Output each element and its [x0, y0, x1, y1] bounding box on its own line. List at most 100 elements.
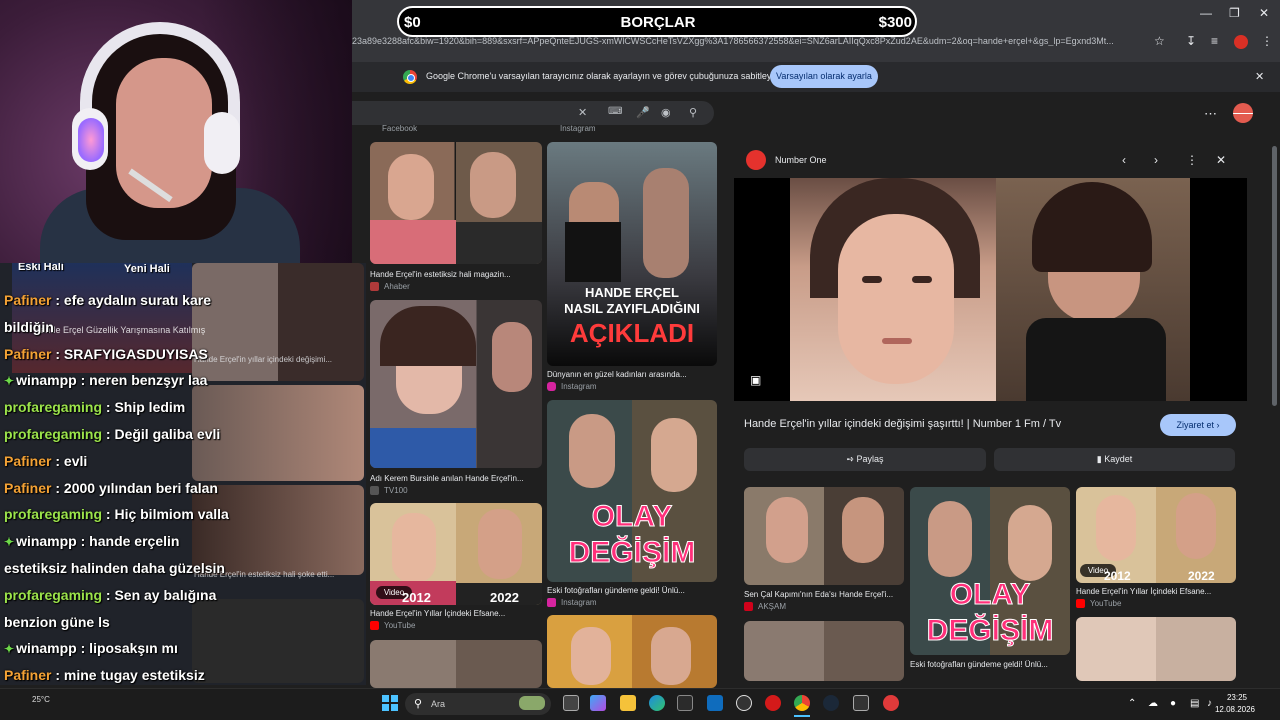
maximize-icon[interactable]: ❐ — [1229, 6, 1240, 20]
profile-avatar[interactable] — [1234, 35, 1248, 49]
panel-title[interactable]: Hande Erçel'in yıllar içindeki değişimi … — [744, 418, 1061, 430]
result-caption[interactable]: Hande Erçel'in estetiksiz hali magazin..… — [370, 270, 542, 279]
previous-icon[interactable]: ‹ — [1122, 153, 1126, 167]
edge-icon[interactable] — [649, 695, 665, 711]
chat-username[interactable]: Pafiner — [4, 346, 51, 362]
chat-text: : evli — [51, 453, 88, 469]
result-source: YouTube — [384, 621, 416, 630]
debt-max-value: $300 — [878, 14, 912, 31]
start-icon[interactable] — [382, 695, 398, 711]
close-panel-icon[interactable]: ✕ — [1216, 153, 1226, 167]
source-label: Instagram — [560, 124, 596, 133]
tray-overflow-icon[interactable]: ⌃ — [1128, 698, 1136, 709]
lens-search-icon[interactable]: ▣ — [750, 373, 761, 387]
task-view-icon[interactable] — [563, 695, 579, 711]
result-source: Instagram — [561, 382, 597, 391]
copilot-icon[interactable] — [590, 695, 606, 711]
year-label: 2022 — [1188, 569, 1215, 583]
clock-time[interactable]: 23:25 — [1220, 693, 1254, 702]
obs-icon[interactable] — [736, 695, 752, 711]
set-default-button[interactable]: Varsayılan olarak ayarla — [770, 65, 878, 88]
close-window-icon[interactable]: ✕ — [1259, 6, 1269, 20]
bookmark-star-icon[interactable]: ☆ — [1154, 34, 1165, 48]
chat-username[interactable]: Pafiner — [4, 453, 51, 469]
related-image[interactable] — [1076, 617, 1236, 681]
chat-username[interactable]: winampp — [16, 640, 77, 656]
result-caption[interactable]: Sen Çal Kapımı'nın Eda'sı Hande Erçel'i.… — [744, 590, 904, 599]
close-banner-icon[interactable]: ✕ — [1255, 70, 1264, 83]
chat-username[interactable]: profaregaming — [4, 587, 102, 603]
related-image[interactable] — [744, 621, 904, 681]
outlook-icon[interactable] — [707, 695, 723, 711]
scrollbar-thumb[interactable] — [1272, 146, 1277, 406]
chat-username[interactable]: Pafiner — [4, 480, 51, 496]
panel-source-name[interactable]: Number One — [775, 155, 827, 165]
chat-username[interactable]: profaregaming — [4, 399, 102, 415]
image-preview[interactable] — [734, 178, 1247, 401]
chat-text: : SRAFYIGASDUYISAS — [51, 346, 208, 362]
google-apps-icon[interactable]: ⋯ — [1204, 106, 1217, 122]
related-image[interactable] — [744, 487, 904, 585]
search-icon[interactable]: ⚲ — [689, 106, 697, 119]
image-result[interactable] — [370, 300, 542, 468]
result-caption[interactable]: Dünyanın en güzel kadınları arasında... — [547, 370, 717, 379]
keyboard-icon[interactable]: ⌨ — [608, 106, 622, 117]
image-result[interactable] — [370, 640, 542, 688]
search-input[interactable] — [352, 101, 714, 125]
search-icon: ⚲ — [414, 698, 423, 710]
chat-message: ✦ winampp : neren benzşyr laa — [4, 372, 207, 388]
save-button[interactable]: ▮ Kaydet — [994, 448, 1235, 471]
opera-icon[interactable] — [765, 695, 781, 711]
overlay-degisim: DEĞİŞİM — [926, 614, 1054, 647]
chat-username[interactable]: profaregaming — [4, 506, 102, 522]
address-bar[interactable]: 23a89e3288afc&biw=1920&bih=889&sxsrf=APp… — [352, 36, 1142, 46]
next-icon[interactable]: › — [1154, 153, 1158, 167]
taskbar-search-label: Ara — [431, 699, 446, 709]
store-icon[interactable] — [677, 695, 693, 711]
result-caption[interactable]: Eski fotoğrafları gündeme geldi! Ünlü... — [547, 586, 717, 595]
lens-icon[interactable]: ◉ — [661, 106, 671, 119]
microphone-icon[interactable]: 🎤 — [636, 106, 650, 119]
cloud-icon[interactable]: ☁ — [1148, 698, 1158, 709]
image-result[interactable] — [370, 142, 542, 264]
chat-message: profaregaming : Sen ay balığına — [4, 587, 216, 603]
ghost-title: Hande Erçel Güzellik Yarışmasına Katılmı… — [34, 325, 206, 335]
steam-icon[interactable] — [823, 695, 839, 711]
chat-text: : Sen ay balığına — [102, 587, 217, 603]
minimize-icon[interactable]: — — [1200, 6, 1212, 20]
download-icon[interactable]: ↧ — [1186, 34, 1196, 48]
weather-widget[interactable]: 25°C — [32, 695, 50, 704]
instagram-icon — [547, 598, 556, 607]
visit-button[interactable]: Ziyaret et › — [1160, 414, 1236, 436]
youtube-icon — [1076, 599, 1085, 608]
chat-username[interactable]: winampp — [16, 372, 77, 388]
account-avatar[interactable] — [1233, 103, 1253, 123]
menu-icon[interactable]: ⋮ — [1261, 34, 1273, 48]
image-result[interactable] — [547, 615, 717, 688]
file-explorer-icon[interactable] — [620, 695, 636, 711]
chat-username[interactable]: profaregaming — [4, 426, 102, 442]
result-source: YouTube — [1090, 599, 1122, 608]
result-caption[interactable]: Adı Kerem Bursinle anılan Hande Erçel'in… — [370, 474, 542, 483]
instagram-icon — [547, 382, 556, 391]
share-icon: ➺ — [846, 454, 854, 464]
share-button[interactable]: ➺ Paylaş — [744, 448, 986, 471]
app-icon[interactable] — [853, 695, 869, 711]
result-caption[interactable]: Hande Erçel'in Yıllar İçindeki Efsane... — [370, 609, 542, 618]
app-icon[interactable] — [883, 695, 899, 711]
chat-text: : hande erçelin — [76, 533, 180, 549]
result-caption[interactable]: Hande Erçel'in Yıllar İçindeki Efsane... — [1076, 587, 1236, 596]
chat-username[interactable]: Pafiner — [4, 667, 51, 683]
chat-message: Pafiner : efe aydalın suratı kare — [4, 292, 211, 308]
chat-username[interactable]: winampp — [16, 533, 77, 549]
result-caption[interactable]: Eski fotoğrafları gündeme geldi! Ünlü... — [910, 660, 1070, 669]
media-control-icon[interactable]: ≡ — [1211, 34, 1218, 48]
more-options-icon[interactable]: ⋮ — [1186, 153, 1198, 167]
network-icon[interactable]: ▤ — [1190, 698, 1199, 709]
chat-username[interactable]: Pafiner — [4, 292, 51, 308]
clock-date[interactable]: 12.08.2026 — [1210, 705, 1260, 714]
microphone-tray-icon[interactable]: ● — [1170, 698, 1176, 709]
chrome-icon[interactable] — [794, 695, 810, 711]
clear-search-icon[interactable]: ✕ — [578, 106, 587, 119]
aksam-icon — [744, 602, 753, 611]
